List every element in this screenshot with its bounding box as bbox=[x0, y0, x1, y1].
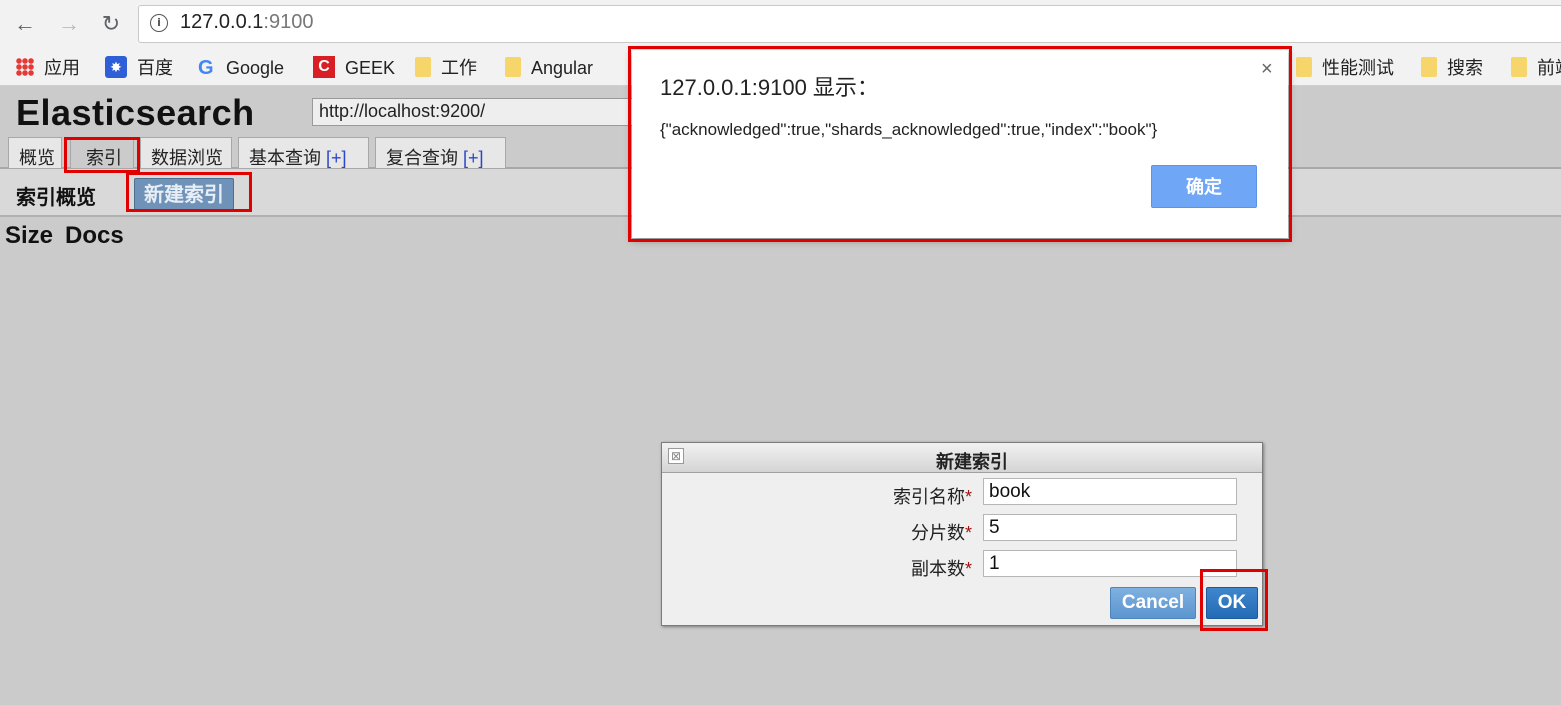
bookmark-google[interactable]: G Google bbox=[198, 56, 284, 80]
bookmark-work[interactable]: 工作 bbox=[415, 56, 477, 80]
bookmark-frontend[interactable]: 前端 bbox=[1511, 56, 1561, 80]
back-icon[interactable]: ← bbox=[10, 10, 40, 38]
bookmark-angular[interactable]: Angular bbox=[505, 56, 593, 80]
cancel-button[interactable]: Cancel bbox=[1110, 587, 1196, 619]
bookmark-geek[interactable]: C GEEK bbox=[313, 56, 395, 80]
indices-overview-title: 索引概览 bbox=[16, 187, 96, 209]
tab-overview[interactable]: 概览 bbox=[8, 137, 62, 168]
highlight-ok-button bbox=[1200, 569, 1268, 631]
highlight-alert-dialog bbox=[628, 46, 1292, 242]
replicas-input[interactable]: 1 bbox=[983, 550, 1237, 577]
index-name-label: 索引名称* bbox=[892, 487, 972, 507]
folder-icon bbox=[1421, 57, 1437, 78]
highlight-new-index-button bbox=[126, 172, 252, 212]
bookmark-perf-test[interactable]: 性能测试 bbox=[1296, 56, 1394, 80]
reload-icon[interactable]: ↻ bbox=[96, 10, 126, 38]
dialog-close-icon[interactable]: ⊠ bbox=[668, 448, 684, 464]
apps-grid-icon bbox=[16, 58, 34, 77]
tab-basic-query[interactable]: 基本查询 [+] bbox=[238, 137, 369, 168]
address-text[interactable]: 127.0.0.1:9100 bbox=[180, 11, 313, 34]
dialog-title: 新建索引 bbox=[936, 452, 1008, 472]
info-icon[interactable]: i bbox=[150, 14, 168, 32]
highlight-tab-indices bbox=[64, 137, 140, 173]
shards-label: 分片数* bbox=[910, 523, 972, 543]
google-icon: G bbox=[198, 57, 214, 79]
folder-icon bbox=[1296, 57, 1312, 78]
index-name-input[interactable]: book bbox=[983, 478, 1237, 505]
folder-icon bbox=[505, 57, 521, 78]
column-docs: Docs bbox=[65, 222, 124, 249]
bookmark-search[interactable]: 搜索 bbox=[1421, 56, 1483, 80]
folder-icon bbox=[415, 57, 431, 78]
bookmark-baidu[interactable]: ✸ 百度 bbox=[105, 56, 173, 80]
geek-icon: C bbox=[313, 56, 335, 79]
replicas-label: 副本数* bbox=[910, 559, 972, 579]
cluster-url-input[interactable]: http://localhost:9200/ bbox=[312, 98, 642, 126]
column-size: Size bbox=[5, 222, 54, 249]
tab-browser[interactable]: 数据浏览 bbox=[140, 137, 232, 168]
baidu-icon: ✸ bbox=[105, 56, 127, 79]
tab-complex-query[interactable]: 复合查询 [+] bbox=[375, 137, 506, 168]
folder-icon bbox=[1511, 57, 1527, 78]
bookmark-apps[interactable]: 应用 bbox=[16, 56, 80, 80]
shards-input[interactable]: 5 bbox=[983, 514, 1237, 541]
address-bar[interactable] bbox=[138, 5, 1561, 43]
forward-icon[interactable]: → bbox=[54, 10, 84, 38]
app-title: Elasticsearch bbox=[16, 92, 255, 133]
